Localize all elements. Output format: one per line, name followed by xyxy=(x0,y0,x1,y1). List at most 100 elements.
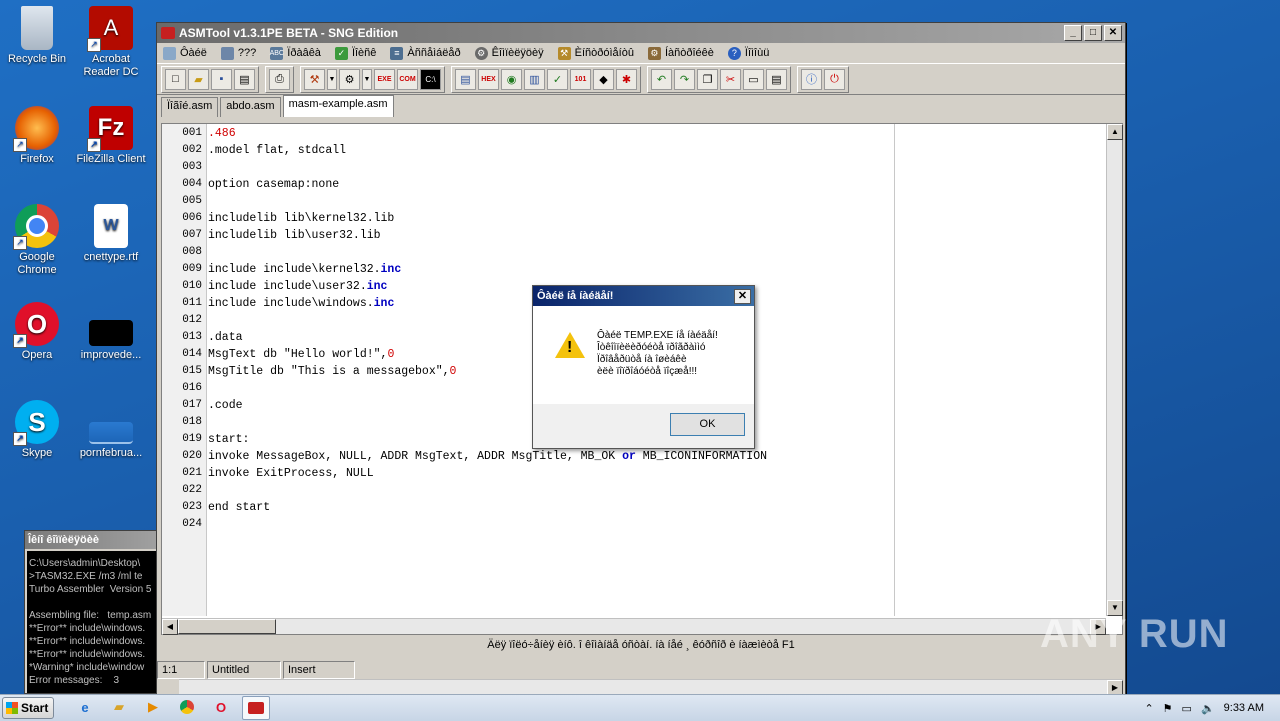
copy-icon[interactable]: ❐ xyxy=(697,68,718,90)
menu-unknown[interactable]: ??? xyxy=(220,46,256,60)
desktop-icon-cnettype[interactable]: W cnettype.rtf xyxy=(74,204,148,264)
com-icon[interactable]: COM xyxy=(397,68,418,90)
tools-icon: ⚒ xyxy=(557,46,571,60)
console-output: C:\Users\admin\Desktop\ >TASM32.EXE /m3 … xyxy=(27,551,157,693)
close-button[interactable]: ✕ xyxy=(1104,25,1122,41)
check-doc-icon[interactable]: ✓ xyxy=(547,68,568,90)
menu-tools[interactable]: ⚒ Èíñòðóìåíòû xyxy=(557,46,634,60)
filezilla-icon: Fz ↗ xyxy=(87,106,133,152)
menu-help[interactable]: ? Ïîìîùü xyxy=(727,46,769,60)
undo-icon[interactable]: ↶ xyxy=(651,68,672,90)
dialog-close-button[interactable]: ✕ xyxy=(734,289,751,304)
code-line: invoke ExitProcess, NULL xyxy=(208,467,374,480)
recycle-bin-icon xyxy=(21,6,53,50)
maximize-button[interactable]: □ xyxy=(1084,25,1102,41)
menu-settings[interactable]: ⚙ Íàñòðîéêè xyxy=(647,46,714,60)
print-icon[interactable]: ⎙ xyxy=(269,68,290,90)
tab-file-1[interactable]: Ïîãîé.asm xyxy=(161,97,219,117)
asmtool-task-icon[interactable] xyxy=(242,696,270,720)
menu-edit[interactable]: ABC Ïðàâêà xyxy=(270,46,321,60)
exe-icon[interactable]: EXE xyxy=(374,68,395,90)
line-number: 008 xyxy=(182,246,202,258)
desktop-icon-filezilla[interactable]: Fz ↗ FileZilla Client xyxy=(74,106,148,166)
window-titlebar[interactable]: ASMTool v1.3.1PE BETA - SNG Edition _ □ … xyxy=(157,23,1125,43)
compile-console-window[interactable]: Îêíî êîìïèëÿöèè C:\Users\admin\Desktop\ … xyxy=(24,530,158,694)
properties-icon[interactable]: ▤ xyxy=(234,68,255,90)
minimize-button[interactable]: _ xyxy=(1064,25,1082,41)
explorer-icon[interactable]: ▰ xyxy=(106,696,132,718)
ie-icon[interactable]: e xyxy=(72,696,98,718)
clock[interactable]: 9:33 AM xyxy=(1224,702,1264,714)
desktop-icon-acrobat[interactable]: A ↗ Acrobat Reader DC xyxy=(74,6,148,79)
redo-icon[interactable]: ↷ xyxy=(674,68,695,90)
scroll-up-icon[interactable]: ▲ xyxy=(1107,124,1123,140)
binary-icon[interactable]: 101 xyxy=(570,68,591,90)
start-button[interactable]: Start xyxy=(2,697,54,719)
hex-icon[interactable]: HEX xyxy=(478,68,499,90)
desktop-icon-recycle-bin[interactable]: Recycle Bin xyxy=(0,6,74,66)
tab-masm-example[interactable]: masm-example.asm xyxy=(282,95,394,117)
desktop-icon-firefox[interactable]: ↗ Firefox xyxy=(0,106,74,166)
menu-file[interactable]: Ôàéë xyxy=(163,46,207,60)
dropdown-arrow-icon[interactable]: ▼ xyxy=(362,68,372,90)
ok-button[interactable]: OK xyxy=(670,413,745,436)
tab-abdo[interactable]: abdo.asm xyxy=(220,97,281,117)
horizontal-scrollbar[interactable]: ◀ ▶ xyxy=(162,618,1106,635)
flag-icon[interactable]: ⚑ xyxy=(1163,702,1173,715)
open-folder-icon[interactable]: ▰ xyxy=(188,68,209,90)
gear-icon: ⚙ xyxy=(474,46,488,60)
line-number: 004 xyxy=(182,178,202,190)
desktop-icon-opera[interactable]: O ↗ Opera xyxy=(0,302,74,362)
new-file-icon[interactable]: □ xyxy=(165,68,186,90)
code-line: option casemap:none xyxy=(208,178,340,191)
dropdown-arrow-icon[interactable]: ▼ xyxy=(327,68,337,90)
menu-search[interactable]: ✓ Ïîèñê xyxy=(334,46,376,60)
dialog-line: Îòêîìïèëèðóéòå ïðîãðàììó xyxy=(597,342,706,353)
list-icon[interactable]: ▤ xyxy=(455,68,476,90)
desktop-icon-improvede[interactable]: improvede... xyxy=(74,302,148,362)
doc-icon[interactable]: ▥ xyxy=(524,68,545,90)
desktop-icon-skype[interactable]: S ↗ Skype xyxy=(0,400,74,460)
debug-icon[interactable]: ✱ xyxy=(616,68,637,90)
desktop-icon-chrome[interactable]: ↗ Google Chrome xyxy=(0,204,74,277)
code-line: .data xyxy=(208,331,243,344)
word-doc-icon: W xyxy=(94,204,128,248)
opera-icon[interactable]: O xyxy=(208,696,234,718)
horizontal-scroll-thumb[interactable] xyxy=(178,619,276,634)
select-all-icon[interactable]: ▤ xyxy=(766,68,787,90)
network-icon[interactable]: ▭ xyxy=(1182,702,1192,715)
scroll-left-icon[interactable]: ◀ xyxy=(162,619,178,635)
paste-icon[interactable]: ▭ xyxy=(743,68,764,90)
web-icon[interactable]: ◉ xyxy=(501,68,522,90)
info-icon[interactable]: ⓘ xyxy=(801,68,822,90)
chrome-icon[interactable] xyxy=(174,696,200,718)
vertical-scrollbar[interactable]: ▲ ▼ xyxy=(1106,124,1123,616)
cut-icon[interactable]: ✂ xyxy=(720,68,741,90)
dialog-line: èëè ïîïðîáóéòå ïîçæå!!! xyxy=(597,366,698,377)
status-edit-mode: Insert xyxy=(283,661,355,679)
media-player-icon[interactable]: ▶ xyxy=(140,696,166,718)
save-icon[interactable]: ▪ xyxy=(211,68,232,90)
eraser-icon[interactable]: ◆ xyxy=(593,68,614,90)
volume-icon[interactable]: 🔈 xyxy=(1201,702,1215,715)
line-number: 023 xyxy=(182,501,202,513)
build-hammer-icon[interactable]: ⚒ xyxy=(304,68,325,90)
help-hint-text: Äëÿ ïîëó÷åíèÿ èíô. î êîìàíäå óñòàí. íà í… xyxy=(487,639,795,651)
taskbar-apps: e ▰ ▶ O xyxy=(72,696,270,720)
line-number: 014 xyxy=(182,348,202,360)
compile-settings-icon[interactable]: ⚙ xyxy=(339,68,360,90)
tray-expand-icon[interactable]: ⌃ xyxy=(1144,702,1153,715)
menu-assembler[interactable]: ≡ Àññåìáëåð xyxy=(390,46,461,60)
code-line: start: xyxy=(208,433,250,446)
toolbar-print-group: ⎙ xyxy=(265,65,294,93)
exit-icon[interactable]: ⏻ xyxy=(824,68,845,90)
error-dialog[interactable]: Ôàéë íå íàéäåí! ✕ ! Ôàéë TEMP.EXE íå íàé… xyxy=(532,285,755,449)
code-line: MsgTitle db "This is a messagebox",0 xyxy=(208,365,457,378)
bottom-scrollbar[interactable]: ▶ xyxy=(179,679,1123,696)
menu-compile[interactable]: ⚙ Êîìïèëÿöèÿ xyxy=(474,46,544,60)
line-number: 005 xyxy=(182,195,202,207)
desktop-icon-pornfebrua[interactable]: pornfebrua... xyxy=(74,400,148,460)
line-number: 009 xyxy=(182,263,202,275)
dialog-message: Ôàéë TEMP.EXE íå íàéäåí! Îòêîìïèëèðóéòå … xyxy=(597,330,747,378)
console-icon[interactable]: C:\ xyxy=(420,68,441,90)
